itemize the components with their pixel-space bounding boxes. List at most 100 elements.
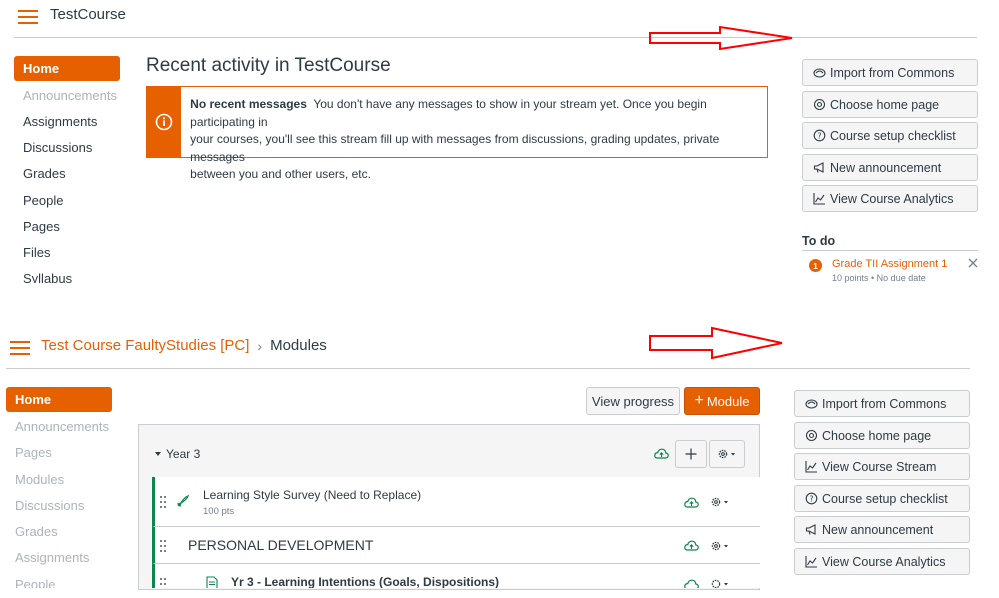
view-progress-button[interactable]: View progress [586, 387, 680, 415]
svg-text:?: ? [817, 132, 821, 141]
hamburger-menu-icon-bottom[interactable] [10, 341, 30, 355]
course-setup-checklist-label: Course setup checklist [830, 128, 956, 143]
todo-item-meta: 10 points • No due date [832, 273, 926, 283]
nav-files[interactable]: Files [23, 245, 50, 260]
hamburger-menu-icon[interactable] [18, 10, 38, 24]
nav-people-clip: People [15, 577, 55, 588]
megaphone-icon [805, 524, 816, 535]
nav-people-bottom[interactable]: People [15, 577, 55, 588]
megaphone-icon [813, 162, 824, 173]
new-announcement-button-bottom[interactable]: New announcement [794, 516, 970, 543]
import-from-commons-button[interactable]: Import from Commons [802, 59, 978, 86]
course-setup-checklist-button[interactable]: ? Course setup checklist [802, 122, 978, 149]
target-icon [805, 429, 818, 442]
nav-pages[interactable]: Pages [23, 219, 60, 234]
nav-grades[interactable]: Grades [23, 166, 66, 181]
item-points: 100 pts [203, 506, 235, 517]
published-cloud-icon[interactable] [654, 447, 669, 460]
analytics-icon [813, 193, 825, 205]
published-cloud-icon[interactable] [684, 496, 699, 509]
todo-divider [802, 250, 978, 251]
item-settings-gear-icon[interactable] [710, 578, 732, 588]
nav-announcements-bottom[interactable]: Announcements [15, 419, 109, 434]
module-name[interactable]: Year 3 [166, 447, 200, 461]
header-divider-bottom [6, 368, 970, 369]
close-icon[interactable] [968, 258, 978, 268]
breadcrumb: Test Course FaultyStudies [PC] › Modules [41, 337, 327, 354]
alert-line-2: your courses, you'll see this stream fil… [190, 132, 720, 164]
course-title[interactable]: TestCourse [50, 6, 126, 23]
question-icon: ? [813, 129, 826, 142]
choose-home-page-button-bottom[interactable]: Choose home page [794, 422, 970, 449]
nav-modules-bottom[interactable]: Modules [15, 472, 64, 487]
add-module-label: Module [706, 393, 750, 409]
svg-text:?: ? [809, 495, 813, 504]
nav-grades-bottom[interactable]: Grades [15, 524, 58, 539]
plus-icon: + [694, 392, 704, 409]
nav-home-bottom[interactable]: Home [6, 387, 112, 412]
nav-assignments[interactable]: Assignments [23, 114, 97, 129]
item-title-personal-development[interactable]: PERSONAL DEVELOPMENT [188, 537, 373, 553]
new-announcement-label: New announcement [830, 160, 942, 175]
choose-home-page-label-bottom: Choose home page [822, 428, 932, 443]
add-item-button[interactable] [675, 440, 707, 468]
course-setup-checklist-button-bottom[interactable]: ? Course setup checklist [794, 485, 970, 512]
view-course-analytics-label-bottom: View Course Analytics [822, 554, 946, 569]
target-icon [813, 98, 826, 111]
item-title-survey[interactable]: Learning Style Survey (Need to Replace) [203, 488, 421, 502]
nav-discussions-bottom[interactable]: Discussions [15, 498, 84, 513]
drag-handle-icon[interactable] [160, 578, 166, 588]
collapse-caret-icon[interactable] [154, 450, 162, 458]
course-setup-checklist-label-bottom: Course setup checklist [822, 491, 948, 506]
view-course-analytics-label: View Course Analytics [830, 191, 954, 206]
no-messages-alert: No recent messages You don't have any me… [146, 86, 768, 181]
item-settings-gear-icon[interactable] [710, 540, 732, 552]
add-module-button[interactable]: + Module [684, 387, 760, 415]
import-from-commons-button-bottom[interactable]: Import from Commons [794, 390, 970, 417]
nav-pages-bottom[interactable]: Pages [15, 445, 52, 460]
info-icon [155, 113, 173, 131]
breadcrumb-current: Modules [270, 337, 327, 354]
alert-title: No recent messages [190, 97, 307, 111]
nav-syllabus-clip: Syllabus [23, 271, 72, 283]
nav-assignments-bottom[interactable]: Assignments [15, 550, 89, 565]
nav-syllabus[interactable]: Syllabus [23, 271, 72, 283]
alert-text: No recent messages You don't have any me… [181, 87, 767, 181]
page-heading: Recent activity in TestCourse [146, 55, 391, 76]
red-arrow-annotation [649, 25, 793, 51]
view-course-stream-label: View Course Stream [822, 459, 937, 474]
view-course-stream-button[interactable]: View Course Stream [794, 453, 970, 480]
drag-handle-icon[interactable] [160, 540, 166, 552]
view-course-analytics-button-bottom[interactable]: View Course Analytics [794, 548, 970, 575]
red-arrow-annotation-bottom [649, 326, 783, 360]
commons-icon [813, 68, 826, 78]
nav-discussions[interactable]: Discussions [23, 140, 92, 155]
item-title-learning-intentions[interactable]: Yr 3 - Learning Intentions (Goals, Dispo… [231, 575, 499, 588]
nav-home[interactable]: Home [14, 56, 120, 81]
quiz-rocket-icon [176, 494, 190, 508]
nav-announcements[interactable]: Announcements [23, 88, 117, 103]
published-cloud-icon[interactable] [684, 539, 699, 552]
analytics-icon [805, 556, 817, 568]
new-announcement-button[interactable]: New announcement [802, 154, 978, 181]
published-cloud-icon[interactable] [684, 578, 699, 588]
module-settings-button[interactable] [709, 440, 745, 468]
breadcrumb-course-link[interactable]: Test Course FaultyStudies [PC] [41, 337, 249, 354]
import-from-commons-label-bottom: Import from Commons [822, 396, 947, 411]
todo-item-link[interactable]: Grade TII Assignment 1 [832, 258, 947, 270]
view-course-analytics-button[interactable]: View Course Analytics [802, 185, 978, 212]
todo-title: To do [802, 234, 836, 248]
nav-people[interactable]: People [23, 193, 63, 208]
module-item-survey[interactable] [152, 477, 760, 527]
new-announcement-label-bottom: New announcement [822, 522, 934, 537]
analytics-icon [805, 461, 817, 473]
commons-icon [805, 399, 818, 409]
drag-handle-icon[interactable] [160, 496, 166, 508]
item-settings-gear-icon[interactable] [710, 496, 732, 508]
alert-line-3: between you and other users, etc. [190, 167, 371, 181]
choose-home-page-button[interactable]: Choose home page [802, 91, 978, 118]
page-document-icon [206, 576, 218, 588]
todo-count-badge: 1 [809, 259, 822, 272]
import-from-commons-label: Import from Commons [830, 65, 955, 80]
breadcrumb-separator: › [257, 337, 263, 354]
